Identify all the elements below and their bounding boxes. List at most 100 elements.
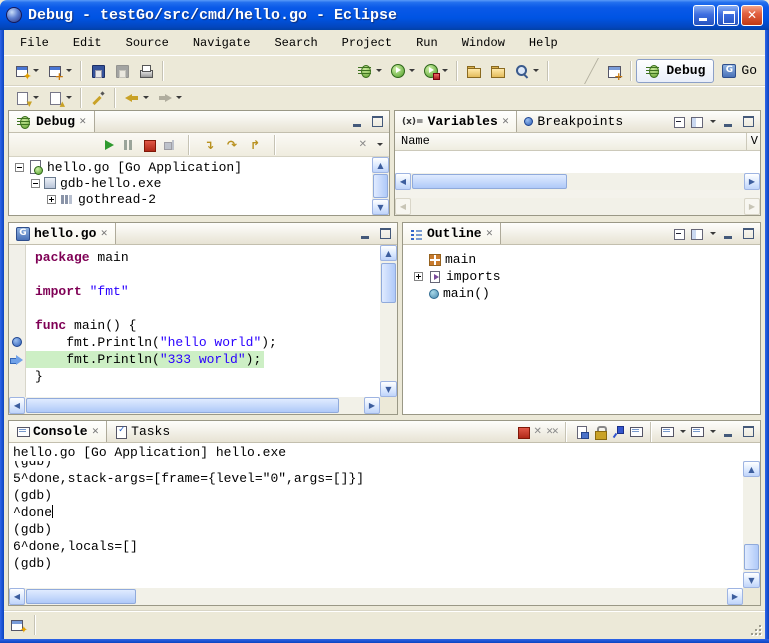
dropdown-icon[interactable] xyxy=(176,96,182,99)
close-tab-icon[interactable] xyxy=(79,117,87,127)
print-button[interactable] xyxy=(134,59,158,83)
menu-navigate[interactable]: Navigate xyxy=(185,33,259,53)
tab-console[interactable]: Console xyxy=(9,421,107,442)
debug-launch-tree[interactable]: hello.go [Go Application] gdb-hello.exe … xyxy=(9,157,372,215)
clear-console-button[interactable] xyxy=(575,425,589,439)
view-menu-icon[interactable] xyxy=(710,120,716,123)
expand-expander-icon[interactable] xyxy=(414,272,423,281)
remove-launch-button[interactable] xyxy=(534,426,542,437)
scroll-left-button[interactable] xyxy=(395,173,411,190)
titlebar[interactable]: Debug - testGo/src/cmd/hello.go - Eclips… xyxy=(0,0,769,30)
console-output[interactable]: (gdb) 5^done,stack-args=[frame={level="0… xyxy=(9,461,743,588)
tree-row-thread[interactable]: gothread-2 xyxy=(9,191,372,207)
column-value[interactable]: V xyxy=(746,133,758,150)
dropdown-icon[interactable] xyxy=(33,96,39,99)
editor-vertical-scrollbar[interactable] xyxy=(380,245,397,397)
breakpoint-icon[interactable] xyxy=(12,337,22,347)
minimize-view-button[interactable] xyxy=(349,114,365,129)
maximize-view-button[interactable] xyxy=(369,114,385,129)
dropdown-icon[interactable] xyxy=(409,69,415,72)
save-all-button[interactable] xyxy=(110,59,134,83)
suspend-button[interactable] xyxy=(121,138,135,152)
dropdown-icon[interactable] xyxy=(143,96,149,99)
tab-variables[interactable]: (x)= Variables xyxy=(395,111,517,132)
console-vertical-scrollbar[interactable] xyxy=(743,461,760,588)
collapse-expander-icon[interactable] xyxy=(15,163,24,172)
minimize-view-button[interactable] xyxy=(720,226,736,241)
outline-row-package[interactable]: main xyxy=(403,251,760,268)
collapse-all-icon[interactable] xyxy=(673,115,686,128)
open-console-button[interactable] xyxy=(690,425,703,438)
scroll-up-button[interactable] xyxy=(743,461,760,477)
minimize-view-button[interactable] xyxy=(357,226,373,241)
outline-tree[interactable]: main imports main() xyxy=(403,245,760,414)
scroll-right-button[interactable] xyxy=(727,588,743,605)
scroll-down-button[interactable] xyxy=(380,381,397,397)
close-button[interactable] xyxy=(741,5,763,26)
editor-gutter[interactable] xyxy=(9,245,26,397)
menu-file[interactable]: File xyxy=(12,33,57,53)
scroll-lock-button[interactable] xyxy=(593,425,607,439)
scroll-left-button[interactable] xyxy=(9,397,25,414)
menu-project[interactable]: Project xyxy=(334,33,400,53)
open-perspective-button[interactable] xyxy=(602,59,626,83)
maximize-view-button[interactable] xyxy=(740,226,756,241)
previous-annotation-button[interactable] xyxy=(43,86,76,110)
scrollbar-thumb[interactable] xyxy=(381,263,396,303)
column-name[interactable]: Name xyxy=(401,133,430,150)
tab-hello-go[interactable]: hello.go xyxy=(9,223,116,244)
layout-icon[interactable] xyxy=(690,115,703,128)
maximize-view-button[interactable] xyxy=(377,226,393,241)
scrollbar-thumb[interactable] xyxy=(26,589,136,604)
display-selected-console-button[interactable] xyxy=(660,425,673,438)
debug-launch-button[interactable] xyxy=(353,59,386,83)
step-return-button[interactable]: ↱ xyxy=(247,138,263,152)
forward-button[interactable] xyxy=(153,86,186,110)
step-over-button[interactable]: ↷ xyxy=(224,138,240,152)
maximize-view-button[interactable] xyxy=(740,114,756,129)
terminate-button[interactable] xyxy=(142,138,156,152)
minimize-view-button[interactable] xyxy=(720,114,736,129)
open-file-button[interactable] xyxy=(462,59,486,83)
scrollbar-thumb[interactable] xyxy=(412,174,567,189)
scrollbar-thumb[interactable] xyxy=(744,544,759,570)
scroll-left-button[interactable] xyxy=(9,588,25,605)
disconnect-button[interactable] xyxy=(163,138,177,152)
tree-row-launch[interactable]: hello.go [Go Application] xyxy=(9,159,372,175)
variables-table[interactable] xyxy=(395,151,760,173)
dropdown-icon[interactable] xyxy=(442,69,448,72)
menu-edit[interactable]: Edit xyxy=(65,33,110,53)
dropdown-icon[interactable] xyxy=(680,430,686,433)
remove-all-launches-button[interactable] xyxy=(546,427,557,437)
code-editor[interactable]: package main import "fmt" func main() { … xyxy=(26,245,380,397)
scroll-up-button[interactable] xyxy=(372,157,389,173)
new-go-element-button[interactable] xyxy=(43,59,76,83)
collapse-expander-icon[interactable] xyxy=(31,179,40,188)
new-wizard-button[interactable] xyxy=(10,59,43,83)
collapse-all-icon[interactable] xyxy=(673,227,686,240)
next-annotation-button[interactable] xyxy=(10,86,43,110)
variables-horizontal-scrollbar[interactable] xyxy=(395,173,760,190)
menu-help[interactable]: Help xyxy=(521,33,566,53)
resume-button[interactable] xyxy=(105,140,114,150)
variables-detail-pane[interactable] xyxy=(395,190,760,215)
scrollbar-thumb[interactable] xyxy=(373,174,388,198)
scroll-up-button[interactable] xyxy=(380,245,397,261)
dropdown-icon[interactable] xyxy=(533,69,539,72)
expand-expander-icon[interactable] xyxy=(47,195,56,204)
show-console-button[interactable] xyxy=(629,425,642,438)
view-menu-icon[interactable] xyxy=(377,143,383,146)
console-horizontal-scrollbar[interactable] xyxy=(9,588,743,605)
scroll-right-button[interactable] xyxy=(744,173,760,190)
dropdown-icon[interactable] xyxy=(376,69,382,72)
pin-console-button[interactable] xyxy=(611,425,625,439)
search-button[interactable] xyxy=(510,59,543,83)
close-tab-icon[interactable] xyxy=(502,117,510,127)
dropdown-icon[interactable] xyxy=(66,69,72,72)
back-button[interactable] xyxy=(120,86,153,110)
fast-view-button[interactable] xyxy=(10,617,26,633)
perspective-go-button[interactable]: Go xyxy=(714,60,765,81)
tree-row-process[interactable]: gdb-hello.exe xyxy=(9,175,372,191)
scrollbar-thumb[interactable] xyxy=(26,398,339,413)
menu-source[interactable]: Source xyxy=(118,33,177,53)
